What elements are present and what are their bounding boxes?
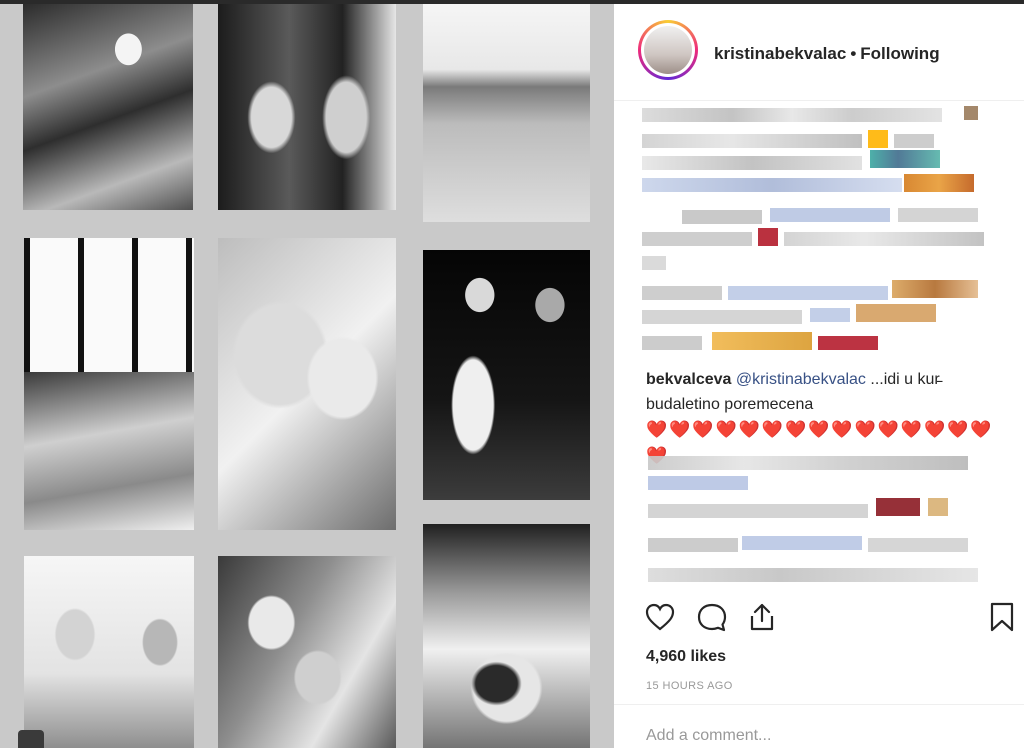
photo-tile: [218, 556, 396, 748]
pixelated-caption: [642, 100, 1002, 360]
comment-box: Add a comment...: [614, 704, 1024, 753]
comment-mention[interactable]: @kristinabekvalac: [736, 371, 866, 388]
photo-tile: [24, 238, 194, 530]
photo-tile: [423, 524, 590, 748]
post-timestamp[interactable]: 15 HOURS AGO: [646, 680, 733, 692]
username-link[interactable]: kristinabekvalac: [714, 44, 846, 63]
comment-icon[interactable]: [696, 602, 728, 632]
avatar[interactable]: [638, 20, 698, 80]
photo-tile: [218, 238, 396, 530]
post-sidebar: kristinabekvalac • Following bekvalceva @k…: [614, 4, 1024, 748]
follow-status-button[interactable]: Following: [860, 44, 939, 63]
photo-tile: [24, 556, 194, 748]
bookmark-icon[interactable]: [986, 602, 1018, 632]
photo-tile: [423, 4, 590, 222]
username-row: kristinabekvalac • Following: [714, 44, 940, 63]
comment-author[interactable]: bekvalceva: [646, 371, 731, 388]
photo-tile: [218, 4, 396, 210]
post-header: kristinabekvalac • Following: [614, 4, 1024, 101]
pixelated-comments: [642, 448, 1002, 588]
heart-icon[interactable]: [644, 602, 676, 632]
comment-input[interactable]: Add a comment...: [646, 727, 771, 745]
post-image[interactable]: [0, 4, 614, 748]
share-icon[interactable]: [746, 602, 778, 632]
likes-count[interactable]: 4,960 likes: [646, 648, 726, 666]
camera-icon: [18, 730, 44, 748]
post-actions: [614, 594, 1024, 634]
photo-tile: [23, 4, 193, 210]
photo-tile: [423, 250, 590, 500]
